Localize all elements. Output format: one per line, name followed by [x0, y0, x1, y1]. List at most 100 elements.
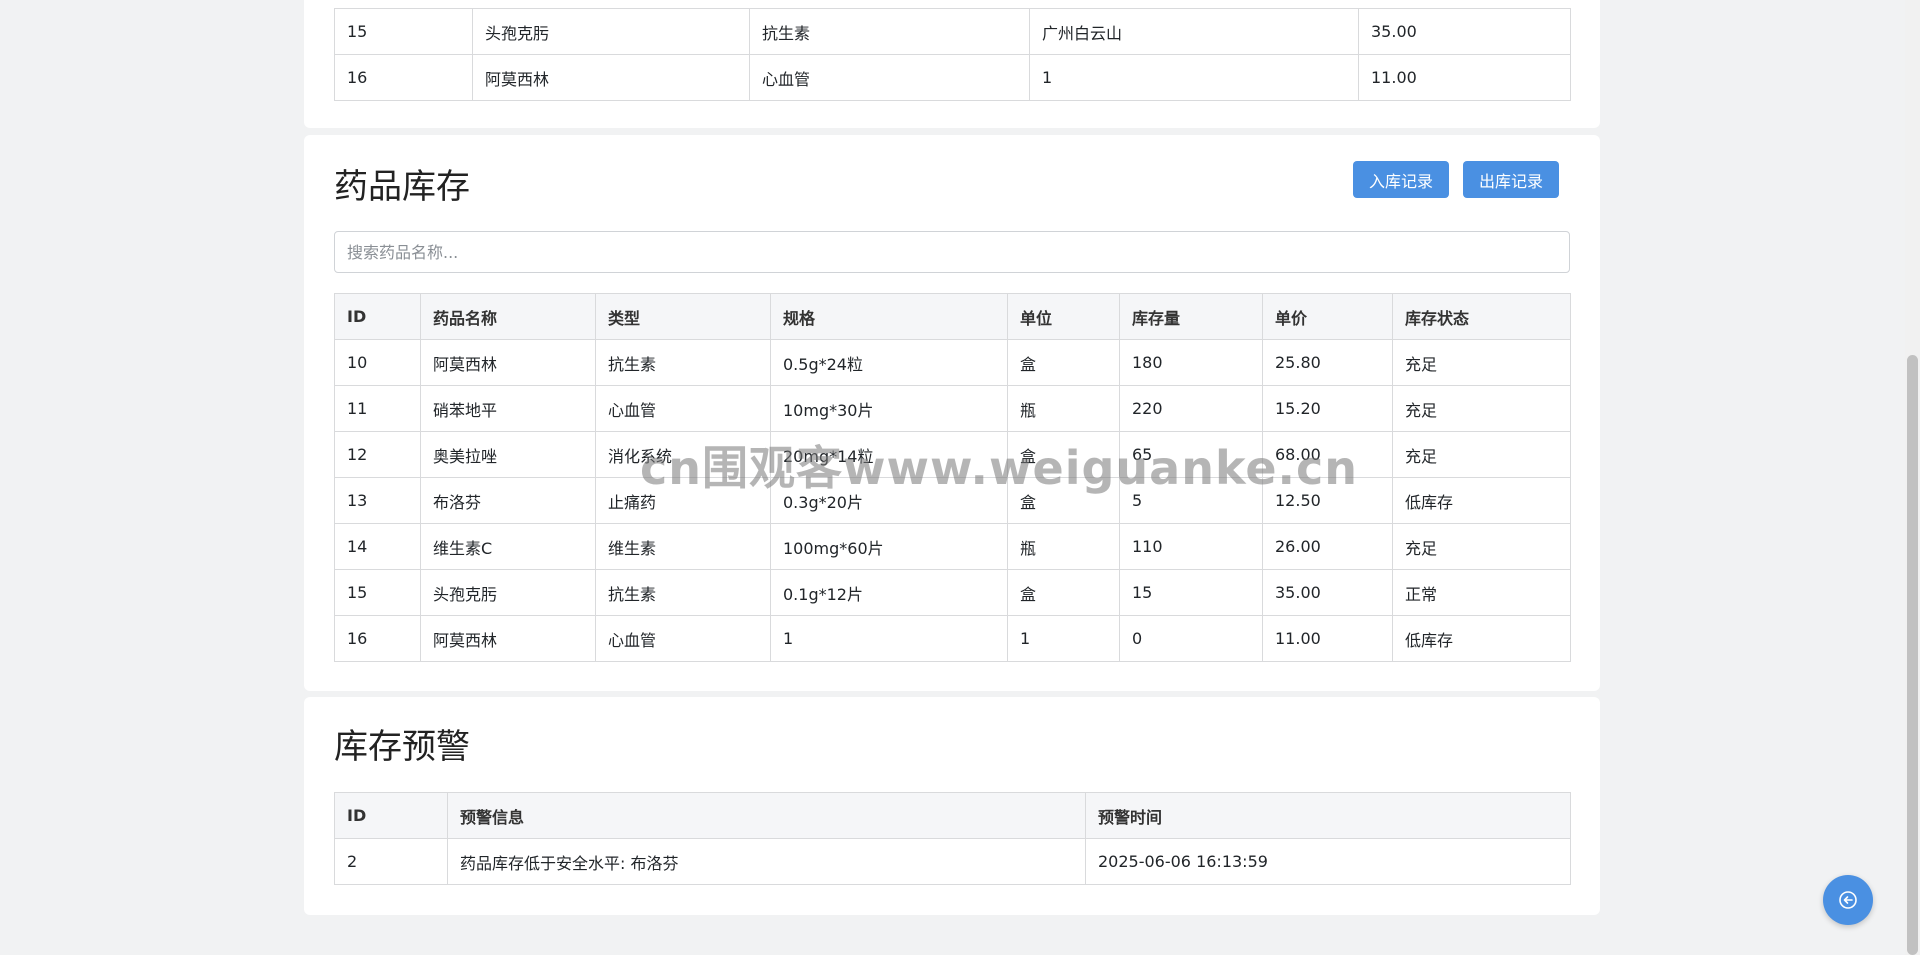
cell: 充足 [1392, 385, 1571, 432]
cell: 0.1g*12片 [770, 569, 1008, 616]
cell: 维生素C [420, 523, 596, 570]
table-header-row: ID 预警信息 预警时间 [334, 792, 1571, 839]
table-row: 2 药品库存低于安全水平: 布洛芬 2025-06-06 16:13:59 [334, 838, 1571, 885]
cell: 布洛芬 [420, 477, 596, 524]
table-row: 11 硝苯地平 心血管 10mg*30片 瓶 220 15.20 充足 [334, 385, 1571, 432]
cell: 阿莫西林 [472, 54, 750, 101]
table-row: 14 维生素C 维生素 100mg*60片 瓶 110 26.00 充足 [334, 523, 1571, 570]
cell: 充足 [1392, 523, 1571, 570]
inventory-card: 药品库存 入库记录 出库记录 ID 药品名称 类型 规格 单位 库存量 单价 库… [304, 135, 1600, 691]
cell: 盒 [1007, 431, 1120, 478]
cell: 220 [1119, 385, 1263, 432]
cell: 25.80 [1262, 339, 1393, 386]
cell: 11.00 [1358, 54, 1571, 101]
column-header: ID [334, 293, 421, 340]
out-records-button[interactable]: 出库记录 [1463, 161, 1559, 198]
cell: 16 [334, 54, 473, 101]
cell: 硝苯地平 [420, 385, 596, 432]
table-row: 16 阿莫西林 心血管 1 11.00 [334, 54, 1571, 101]
back-button[interactable] [1823, 875, 1873, 925]
table-row: 10 阿莫西林 抗生素 0.5g*24粒 盒 180 25.80 充足 [334, 339, 1571, 386]
cell: 正常 [1392, 569, 1571, 616]
column-header: 单位 [1007, 293, 1120, 340]
cell: 11.00 [1262, 615, 1393, 662]
table-header-row: ID 药品名称 类型 规格 单位 库存量 单价 库存状态 [334, 293, 1571, 340]
column-header: 预警信息 [447, 792, 1086, 839]
cell: 阿莫西林 [420, 615, 596, 662]
table-row: 12 奥美拉唑 消化系统 20mg*14粒 盒 65 68.00 充足 [334, 431, 1571, 478]
cell: 盒 [1007, 477, 1120, 524]
cell: 15 [1119, 569, 1263, 616]
cell: 1 [1007, 615, 1120, 662]
in-records-button[interactable]: 入库记录 [1353, 161, 1449, 198]
column-header: 类型 [595, 293, 771, 340]
column-header: 库存量 [1119, 293, 1263, 340]
cell: 16 [334, 615, 421, 662]
cell: 充足 [1392, 431, 1571, 478]
cell: 110 [1119, 523, 1263, 570]
cell: 低库存 [1392, 477, 1571, 524]
cell: 0.3g*20片 [770, 477, 1008, 524]
cell: 消化系统 [595, 431, 771, 478]
cell: 35.00 [1262, 569, 1393, 616]
cell: 瓶 [1007, 385, 1120, 432]
cell: 奥美拉唑 [420, 431, 596, 478]
cell: 12 [334, 431, 421, 478]
cell: 药品库存低于安全水平: 布洛芬 [447, 838, 1086, 885]
cell: 止痛药 [595, 477, 771, 524]
cell: 心血管 [595, 385, 771, 432]
cell: 阿莫西林 [420, 339, 596, 386]
alert-title: 库存预警 [334, 727, 470, 767]
cell: 10mg*30片 [770, 385, 1008, 432]
cell: 12.50 [1262, 477, 1393, 524]
medicine-list-table: 15 头孢克肟 抗生素 广州白云山 35.00 16 阿莫西林 心血管 1 11… [334, 8, 1571, 101]
cell: 15 [334, 569, 421, 616]
cell: 180 [1119, 339, 1263, 386]
table-row: 15 头孢克肟 抗生素 广州白云山 35.00 [334, 8, 1571, 55]
cell: 15 [334, 8, 473, 55]
column-header: 单价 [1262, 293, 1393, 340]
cell: 充足 [1392, 339, 1571, 386]
column-header: 库存状态 [1392, 293, 1571, 340]
cell: 1 [770, 615, 1008, 662]
cell: 盒 [1007, 339, 1120, 386]
table-row: 16 阿莫西林 心血管 1 1 0 11.00 低库存 [334, 615, 1571, 662]
cell: 抗生素 [595, 569, 771, 616]
cell: 5 [1119, 477, 1263, 524]
cell: 低库存 [1392, 615, 1571, 662]
cell: 20mg*14粒 [770, 431, 1008, 478]
inventory-title: 药品库存 [334, 167, 470, 207]
cell: 26.00 [1262, 523, 1393, 570]
cell: 35.00 [1358, 8, 1571, 55]
arrow-left-circle-icon [1839, 891, 1857, 909]
column-header: 药品名称 [420, 293, 596, 340]
cell: 心血管 [749, 54, 1030, 101]
search-input[interactable] [334, 231, 1570, 273]
cell: 瓶 [1007, 523, 1120, 570]
cell: 1 [1029, 54, 1359, 101]
cell: 广州白云山 [1029, 8, 1359, 55]
medicine-list-card: 15 头孢克肟 抗生素 广州白云山 35.00 16 阿莫西林 心血管 1 11… [304, 0, 1600, 128]
cell: 抗生素 [749, 8, 1030, 55]
cell: 盒 [1007, 569, 1120, 616]
scrollbar-track[interactable] [1905, 0, 1920, 955]
cell: 头孢克肟 [472, 8, 750, 55]
cell: 15.20 [1262, 385, 1393, 432]
column-header: 规格 [770, 293, 1008, 340]
cell: 68.00 [1262, 431, 1393, 478]
table-row: 15 头孢克肟 抗生素 0.1g*12片 盒 15 35.00 正常 [334, 569, 1571, 616]
cell: 2025-06-06 16:13:59 [1085, 838, 1571, 885]
cell: 维生素 [595, 523, 771, 570]
cell: 0 [1119, 615, 1263, 662]
cell: 10 [334, 339, 421, 386]
cell: 14 [334, 523, 421, 570]
alert-table: ID 预警信息 预警时间 2 药品库存低于安全水平: 布洛芬 2025-06-0… [334, 792, 1571, 885]
stock-alert-card: 库存预警 ID 预警信息 预警时间 2 药品库存低于安全水平: 布洛芬 2025… [304, 697, 1600, 915]
cell: 心血管 [595, 615, 771, 662]
cell: 0.5g*24粒 [770, 339, 1008, 386]
scrollbar-thumb[interactable] [1907, 355, 1918, 955]
cell: 抗生素 [595, 339, 771, 386]
column-header: 预警时间 [1085, 792, 1571, 839]
inventory-table: ID 药品名称 类型 规格 单位 库存量 单价 库存状态 10 阿莫西林 抗生素… [334, 293, 1571, 662]
cell: 11 [334, 385, 421, 432]
